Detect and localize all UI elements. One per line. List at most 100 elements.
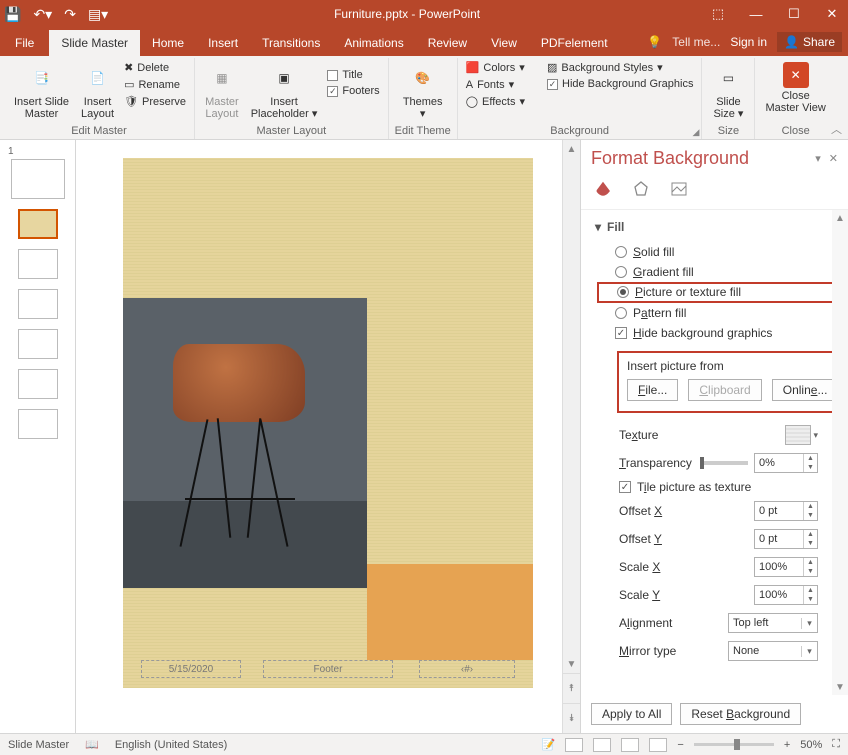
scroll-up-icon[interactable]: ▲ [563, 140, 580, 158]
notes-button[interactable]: 📝 [542, 738, 556, 751]
close-icon[interactable]: ✕ [820, 6, 844, 22]
online-button[interactable]: Online... [772, 379, 839, 401]
tab-home[interactable]: Home [140, 30, 196, 56]
rename-button[interactable]: ▭Rename [122, 77, 188, 92]
normal-view-icon[interactable] [565, 738, 583, 752]
close-master-view-button[interactable]: ✕ Close Master View [761, 60, 829, 116]
transparency-spinner[interactable]: 0%▲▼ [754, 453, 818, 473]
pane-tab-picture[interactable] [667, 177, 691, 201]
insert-layout-button[interactable]: 📄 Insert Layout [77, 60, 118, 122]
pane-scroll-down-icon[interactable]: ▼ [832, 679, 848, 695]
pane-tab-fill[interactable] [591, 177, 615, 201]
background-dialog-launcher[interactable]: ◢ [693, 127, 700, 138]
fonts-icon: A [466, 79, 473, 91]
thumb-master[interactable] [11, 159, 65, 199]
footers-checkbox[interactable]: ✓Footers [325, 84, 381, 98]
offset-x-spinner[interactable]: 0 pt▲▼ [754, 501, 818, 521]
slideshow-view-icon[interactable] [649, 738, 667, 752]
sign-in[interactable]: Sign in [730, 35, 767, 49]
date-placeholder[interactable]: 5/15/2020 [141, 660, 241, 678]
thumb-layout-5[interactable] [18, 369, 58, 399]
status-language[interactable]: English (United States) [115, 739, 228, 751]
thumb-layout-6[interactable] [18, 409, 58, 439]
pane-scroll-up-icon[interactable]: ▲ [832, 210, 848, 226]
thumb-layout-2[interactable] [18, 249, 58, 279]
solid-fill-radio[interactable]: Solid fill [595, 242, 838, 262]
tab-review[interactable]: Review [416, 30, 479, 56]
alignment-combo[interactable]: Top left▾ [728, 613, 818, 633]
zoom-value[interactable]: 50% [800, 739, 822, 751]
preserve-button[interactable]: 🛡Preserve [122, 94, 188, 109]
slide-number-placeholder[interactable]: ‹#› [419, 660, 515, 678]
slide-size-button[interactable]: ▭ Slide Size ▾ [708, 60, 748, 122]
fill-section-toggle[interactable]: ▾Fill [595, 220, 838, 234]
canvas-scrollbar[interactable]: ▲ ⯭ ⯯ ▼ [562, 140, 580, 733]
undo-icon[interactable]: ↶▾ [33, 6, 52, 23]
thumbnail-pane[interactable]: 1 [0, 140, 76, 733]
themes-button[interactable]: 🎨 Themes▾ [399, 60, 447, 122]
pane-tab-effects[interactable] [629, 177, 653, 201]
colors-button[interactable]: 🟥Colors ▾ [464, 60, 527, 75]
tab-insert[interactable]: Insert [196, 30, 250, 56]
prev-slide-icon[interactable]: ⯭ [563, 673, 580, 703]
delete-button[interactable]: ✖Delete [122, 60, 188, 75]
insert-slide-master-button[interactable]: 📑 Insert Slide Master [10, 60, 73, 122]
start-from-beginning-icon[interactable]: ▤▾ [88, 6, 108, 23]
spellcheck-icon[interactable]: 📖 [85, 738, 99, 751]
preserve-icon: 🛡 [124, 95, 138, 108]
fit-to-window-icon[interactable]: ⛶ [832, 738, 840, 751]
tab-file[interactable]: File [0, 30, 49, 56]
zoom-slider[interactable] [694, 743, 774, 746]
reset-background-button[interactable]: Reset Background [680, 703, 801, 725]
hide-bg-graphics-check[interactable]: ✓Hide background graphics [595, 323, 838, 343]
tab-transitions[interactable]: Transitions [250, 30, 332, 56]
zoom-out-icon[interactable]: − [677, 739, 683, 751]
zoom-in-icon[interactable]: + [784, 739, 790, 751]
background-styles-button[interactable]: ▨Background Styles ▾ [545, 60, 695, 75]
gradient-fill-radio[interactable]: Gradient fill [595, 262, 838, 282]
next-slide-icon[interactable]: ⯯ [563, 703, 580, 733]
ribbon-display-options-icon[interactable]: ⬚ [706, 6, 730, 22]
apply-to-all-button[interactable]: Apply to All [591, 703, 672, 725]
slide-canvas[interactable]: 5/15/2020 Footer ‹#› ▲ ⯭ ⯯ ▼ [76, 140, 580, 733]
title-checkbox[interactable]: Title [325, 68, 381, 82]
transparency-slider[interactable] [700, 461, 748, 465]
pane-scrollbar[interactable]: ▲ ▼ [832, 210, 848, 695]
tab-pdfelement[interactable]: PDFelement [529, 30, 620, 56]
texture-swatch[interactable] [785, 425, 811, 445]
picture-texture-fill-radio[interactable]: Picture or texture fill [597, 282, 838, 303]
hide-bg-graphics-checkbox[interactable]: ✓Hide Background Graphics [545, 77, 695, 91]
slide[interactable]: 5/15/2020 Footer ‹#› [123, 158, 533, 688]
file-button[interactable]: File... [627, 379, 678, 401]
minimize-icon[interactable]: — [744, 7, 768, 22]
collapse-ribbon-icon[interactable]: ︿ [831, 121, 842, 137]
fonts-button[interactable]: AFonts ▾ [464, 77, 527, 92]
scale-x-spinner[interactable]: 100%▲▼ [754, 557, 818, 577]
scale-y-spinner[interactable]: 100%▲▼ [754, 585, 818, 605]
redo-icon[interactable]: ↷ [64, 6, 76, 23]
pane-close-icon[interactable]: ✕ [829, 152, 838, 165]
insert-placeholder-button[interactable]: ▣ Insert Placeholder ▾ [247, 60, 322, 122]
pattern-fill-radio[interactable]: Pattern fill [595, 303, 838, 323]
footer-placeholder[interactable]: Footer [263, 660, 393, 678]
thumb-layout-1[interactable] [18, 209, 58, 239]
tile-picture-check[interactable]: ✓Tile picture as texture [595, 477, 838, 497]
mirror-combo[interactable]: None▾ [728, 641, 818, 661]
maximize-icon[interactable]: ☐ [782, 6, 806, 22]
pane-options-icon[interactable]: ▾ [815, 152, 821, 165]
reading-view-icon[interactable] [621, 738, 639, 752]
texture-label: Texture [619, 428, 658, 442]
group-close: ✕ Close Master View Close [755, 58, 835, 139]
tell-me[interactable]: Tell me... [672, 35, 720, 49]
share-button[interactable]: 👤Share [777, 32, 842, 52]
thumb-layout-3[interactable] [18, 289, 58, 319]
tab-animations[interactable]: Animations [332, 30, 415, 56]
tab-slide-master[interactable]: Slide Master [49, 30, 140, 56]
effects-button[interactable]: ◯Effects ▾ [464, 94, 527, 109]
thumb-layout-4[interactable] [18, 329, 58, 359]
scroll-down-icon[interactable]: ▼ [563, 655, 580, 673]
tab-view[interactable]: View [479, 30, 529, 56]
offset-y-spinner[interactable]: 0 pt▲▼ [754, 529, 818, 549]
save-icon[interactable]: 💾 [4, 6, 21, 23]
slide-sorter-view-icon[interactable] [593, 738, 611, 752]
